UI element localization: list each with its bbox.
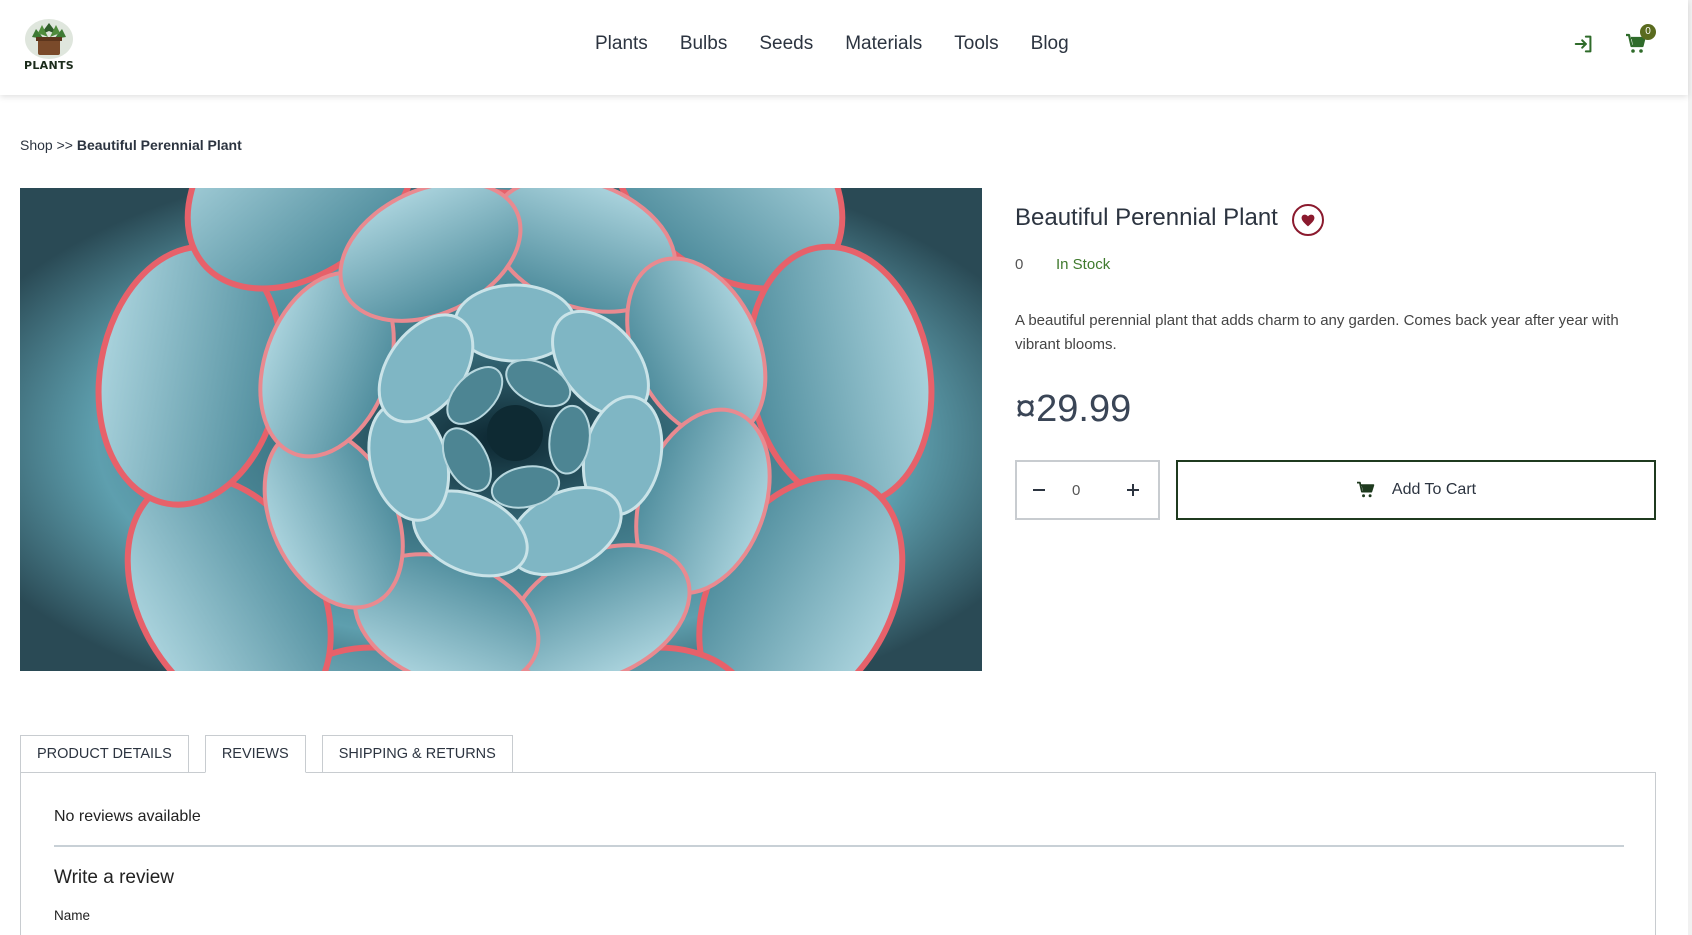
- tab-reviews[interactable]: REVIEWS: [204, 735, 306, 773]
- succulent-photo: [20, 188, 982, 671]
- reviews-panel: No reviews available Write a review Name: [20, 772, 1656, 935]
- nav-materials[interactable]: Materials: [845, 32, 922, 56]
- product-image: [20, 188, 982, 671]
- no-reviews-text: No reviews available: [54, 808, 201, 825]
- nav-seeds[interactable]: Seeds: [759, 32, 813, 56]
- write-review-heading: Write a review: [54, 867, 175, 888]
- cart-icon: [1356, 481, 1375, 498]
- site-header: PLANTS Plants Bulbs Seeds Materials Tool…: [0, 0, 1688, 95]
- cart-count-badge: 0: [1640, 24, 1656, 40]
- breadcrumb: Shop >> Beautiful Perennial Plant: [20, 137, 242, 153]
- name-field-label: Name: [54, 908, 91, 923]
- breadcrumb-current: Beautiful Perennial Plant: [76, 137, 242, 153]
- nav-tools[interactable]: Tools: [954, 32, 998, 56]
- breadcrumb-shop[interactable]: Shop: [20, 137, 53, 153]
- logo-text: PLANTS: [23, 59, 75, 72]
- plant-pot-icon: [25, 19, 73, 59]
- heart-icon: [1301, 214, 1315, 226]
- quantity-stepper: [1015, 460, 1160, 520]
- site-logo[interactable]: PLANTS: [18, 17, 80, 75]
- tab-product-details[interactable]: PRODUCT DETAILS: [20, 735, 189, 773]
- product-tabs: PRODUCT DETAILS REVIEWS SHIPPING & RETUR…: [20, 735, 529, 773]
- tab-shipping-returns[interactable]: SHIPPING & RETURNS: [321, 735, 513, 773]
- nav-plants[interactable]: Plants: [595, 32, 648, 56]
- plus-icon: [1127, 484, 1139, 496]
- quantity-increase-button[interactable]: [1111, 462, 1155, 518]
- nav-bulbs[interactable]: Bulbs: [680, 32, 728, 56]
- scrollbar[interactable]: [1688, 0, 1692, 935]
- product-description: A beautiful perennial plant that adds ch…: [1015, 312, 1619, 353]
- quantity-input[interactable]: [1061, 470, 1111, 510]
- add-to-cart-label: Add To Cart: [1391, 481, 1477, 498]
- rating-count: 0: [1015, 256, 1024, 273]
- stock-status: In Stock: [1056, 256, 1111, 273]
- add-to-cart-button[interactable]: Add To Cart: [1176, 460, 1656, 520]
- breadcrumb-separator: >>: [56, 137, 73, 153]
- quantity-decrease-button[interactable]: [1017, 462, 1061, 518]
- divider: [54, 845, 1624, 847]
- product-price: ¤29.99: [1015, 388, 1132, 430]
- nav-blog[interactable]: Blog: [1031, 32, 1069, 56]
- wishlist-button[interactable]: [1292, 204, 1324, 236]
- main-nav: Plants Bulbs Seeds Materials Tools Blog: [595, 32, 1101, 56]
- login-icon[interactable]: [1573, 33, 1595, 55]
- product-title: Beautiful Perennial Plant: [1015, 204, 1278, 231]
- minus-icon: [1033, 489, 1045, 491]
